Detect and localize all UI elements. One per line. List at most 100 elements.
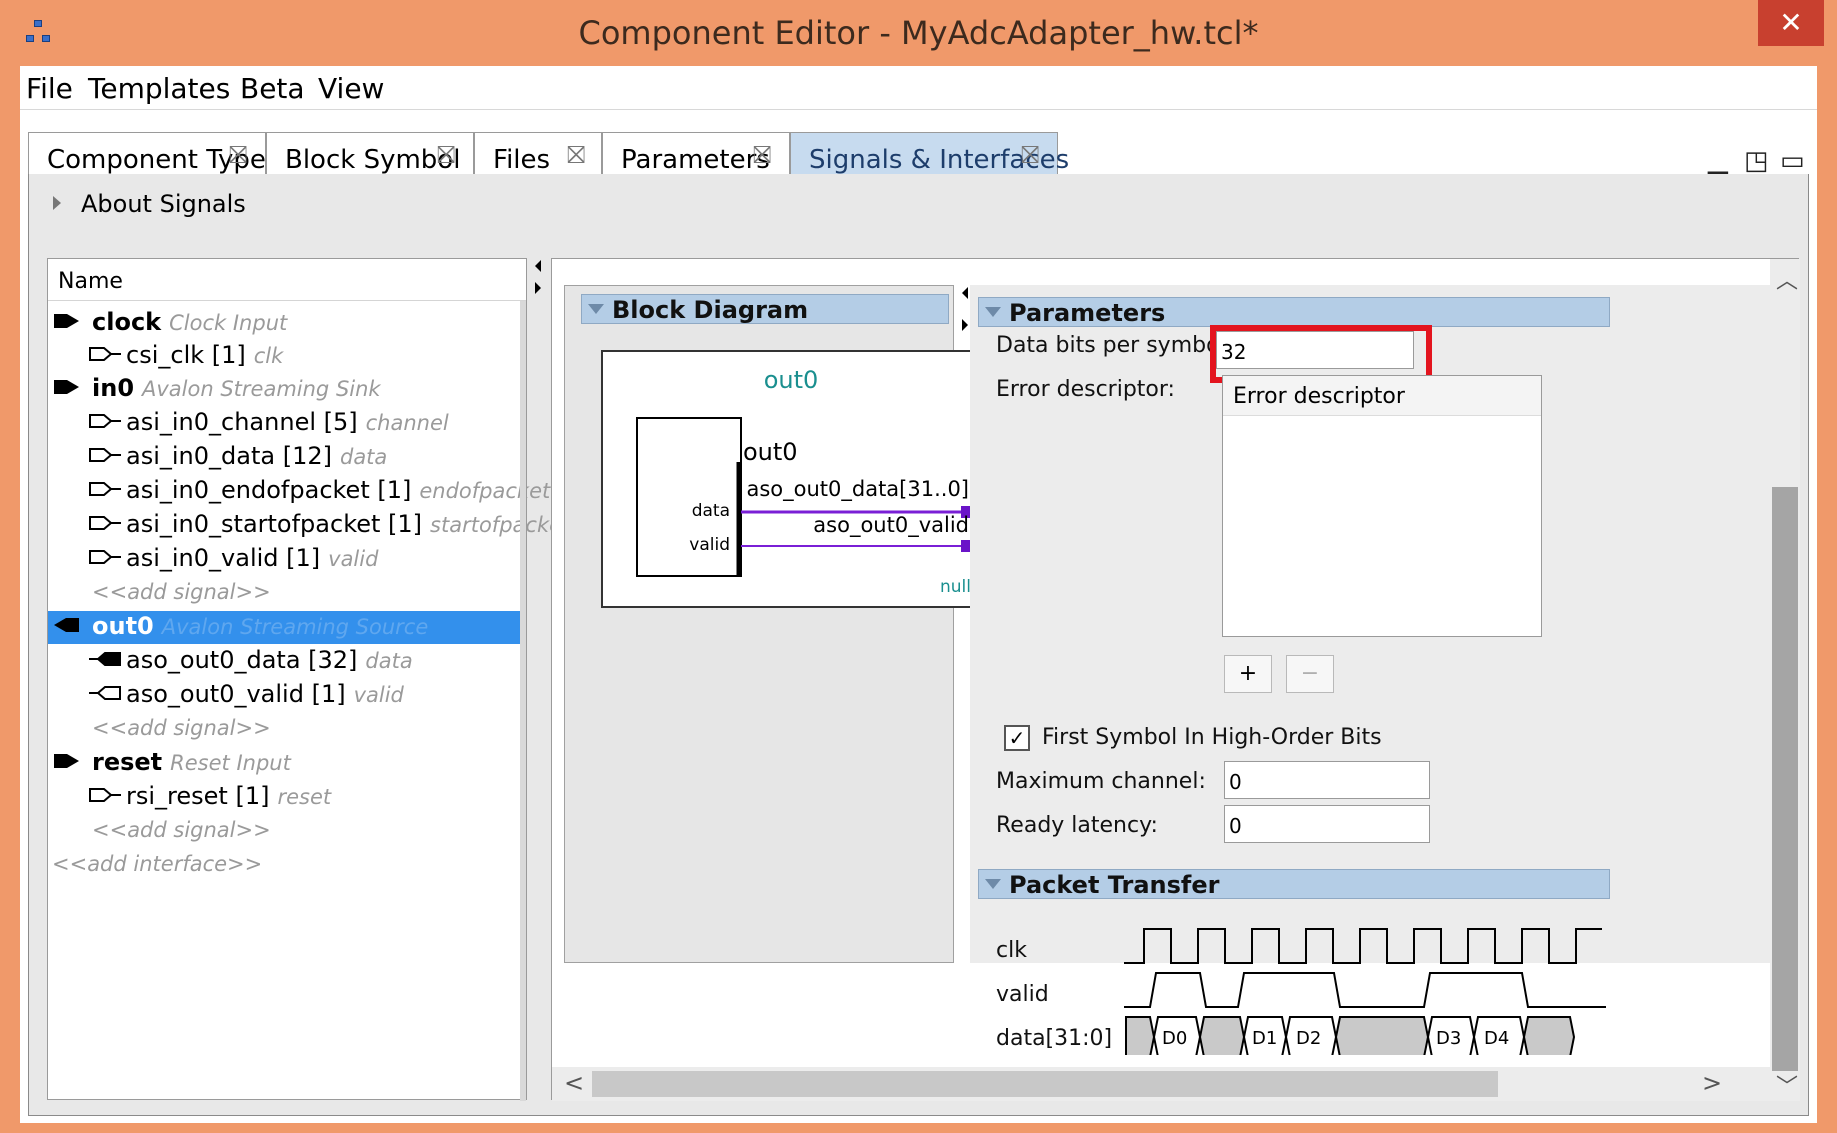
minimize-icon[interactable]: ▁: [1708, 146, 1728, 176]
tree-signal-csi-clk[interactable]: csi_clk [1] clk: [48, 340, 526, 373]
title-bar: Component Editor - MyAdcAdapter_hw.tcl* …: [0, 0, 1837, 66]
remove-error-descriptor-button[interactable]: −: [1286, 655, 1334, 693]
interface-input-icon: [54, 747, 86, 768]
tree-column-header: Name: [48, 259, 526, 301]
ready-latency-input[interactable]: 0: [1224, 805, 1430, 843]
interface-detail-panel: Block Diagram out0 out0 data valid aso_o…: [551, 258, 1800, 1101]
block-diagram-canvas: out0 out0 data valid aso_out0_data[31..0…: [601, 350, 981, 608]
tree-add-signal-out0[interactable]: <<add signal>>: [48, 713, 526, 746]
tree-add-signal-in0[interactable]: <<add signal>>: [48, 577, 526, 610]
packet-transfer-header[interactable]: Packet Transfer: [978, 869, 1610, 899]
tree-add-interface[interactable]: <<add interface>>: [48, 849, 526, 882]
tab-close-icon[interactable]: ⛝: [567, 141, 585, 169]
signal-input-icon: [88, 407, 121, 428]
scroll-up-icon[interactable]: ︿: [1776, 263, 1798, 295]
parameters-header[interactable]: Parameters: [978, 297, 1610, 327]
tree-signal-asi-endofpacket[interactable]: asi_in0_endofpacket [1] endofpacket: [48, 475, 550, 508]
add-signal-link[interactable]: <<add signal>>: [92, 716, 271, 740]
scroll-down-icon[interactable]: ﹀: [1776, 1069, 1798, 1101]
detach-icon[interactable]: ◳: [1744, 146, 1769, 176]
signal-name: rsi_reset [1]: [126, 782, 270, 810]
signal-role: reset: [277, 785, 332, 809]
add-interface-link[interactable]: <<add interface>>: [52, 852, 262, 876]
splitter-collapse-icon[interactable]: [960, 285, 970, 335]
error-descriptor-label: Error descriptor:: [996, 377, 1175, 402]
maximize-icon[interactable]: ▭: [1780, 146, 1805, 176]
tree-signal-asi-data[interactable]: asi_in0_data [12] data: [48, 441, 526, 474]
tree-scrollbar[interactable]: [520, 301, 526, 1101]
splitter-collapse-icon[interactable]: [533, 258, 545, 298]
menu-view[interactable]: View: [318, 72, 384, 105]
add-signal-link[interactable]: <<add signal>>: [92, 580, 271, 604]
signal-name: csi_clk [1]: [126, 341, 246, 369]
scroll-right-icon[interactable]: >: [1702, 1069, 1722, 1097]
signal-name: aso_out0_data [32]: [126, 646, 358, 674]
collapse-triangle-icon: [985, 879, 1001, 889]
horizontal-scrollbar[interactable]: < >: [552, 1067, 1770, 1101]
tree-signal-asi-startofpacket[interactable]: asi_in0_startofpacket [1] startofpacket: [48, 509, 570, 542]
interface-type: Avalon Streaming Sink: [142, 377, 381, 401]
tab-close-icon[interactable]: ⛝: [1021, 141, 1039, 169]
interface-input-icon: [54, 307, 86, 328]
window-title: Component Editor - MyAdcAdapter_hw.tcl*: [578, 14, 1259, 52]
tree-signal-asi-valid[interactable]: asi_in0_valid [1] valid: [48, 543, 526, 576]
diagram-valid-label: valid: [689, 535, 730, 555]
interface-name: in0: [92, 374, 135, 402]
signal-name: asi_in0_endofpacket [1]: [126, 476, 412, 504]
tree-signal-asi-channel[interactable]: asi_in0_channel [5] channel: [48, 407, 526, 440]
add-signal-link[interactable]: <<add signal>>: [92, 818, 271, 842]
timing-clk-label: clk: [996, 938, 1027, 963]
diagram-title: out0: [764, 366, 819, 394]
diagram-data-label: data: [692, 501, 730, 521]
tab-close-icon[interactable]: ⛝: [229, 141, 247, 169]
tree-interface-out0[interactable]: out0 Avalon Streaming Source: [48, 611, 526, 644]
signal-role: valid: [328, 547, 379, 571]
collapse-triangle-icon: [985, 307, 1001, 317]
window-close-button[interactable]: ✕: [1758, 0, 1824, 46]
tree-add-signal-reset[interactable]: <<add signal>>: [48, 815, 526, 848]
tree-interface-clock[interactable]: clock Clock Input: [48, 307, 526, 340]
editor-client-area: Component Type ⛝ Block Symbol ⛝ Files ⛝ …: [20, 110, 1817, 1123]
menu-beta[interactable]: Beta: [240, 72, 305, 105]
data-bits-label: Data bits per symbol:: [996, 333, 1234, 358]
block-diagram-header[interactable]: Block Diagram: [581, 294, 949, 324]
add-error-descriptor-button[interactable]: +: [1224, 655, 1272, 693]
signal-name: asi_in0_startofpacket [1]: [126, 510, 423, 538]
tree-signal-aso-data[interactable]: aso_out0_data [32] data: [48, 645, 526, 678]
section-title: Block Diagram: [612, 296, 809, 324]
signal-role: data: [339, 445, 388, 469]
interface-name: reset: [92, 748, 163, 776]
tree-signal-aso-valid[interactable]: aso_out0_valid [1] valid: [48, 679, 526, 712]
signal-role: valid: [353, 683, 404, 707]
tree-interface-reset[interactable]: reset Reset Input: [48, 747, 526, 780]
section-title: Packet Transfer: [1009, 871, 1220, 899]
interface-output-icon: [54, 611, 86, 632]
signal-name: aso_out0_valid [1]: [126, 680, 346, 708]
tree-signal-rsi-reset[interactable]: rsi_reset [1] reset: [48, 781, 526, 814]
horizontal-scroll-thumb[interactable]: [592, 1071, 1498, 1097]
menu-templates[interactable]: Templates: [88, 72, 230, 105]
signal-input-icon: [88, 340, 121, 361]
collapse-triangle-icon: [588, 304, 604, 314]
interface-input-icon: [54, 373, 86, 394]
menu-file[interactable]: File: [26, 72, 73, 105]
packet-transfer-timing-diagram: clk valid data[31:0] D0 D1 D2 D3 D4: [996, 928, 1606, 1055]
tree-interface-in0[interactable]: in0 Avalon Streaming Sink: [48, 373, 526, 406]
tab-close-icon[interactable]: ⛝: [753, 141, 771, 169]
data-word-2: D2: [1296, 1028, 1321, 1049]
interface-name: clock: [92, 308, 162, 336]
tab-close-icon[interactable]: ⛝: [437, 141, 455, 169]
section-title: Parameters: [1009, 299, 1166, 327]
max-channel-input[interactable]: 0: [1224, 761, 1430, 799]
scroll-left-icon[interactable]: <: [564, 1069, 584, 1097]
about-signals-toggle[interactable]: About Signals: [53, 190, 246, 218]
signal-name: asi_in0_channel [5]: [126, 408, 358, 436]
vertical-scroll-thumb[interactable]: [1772, 487, 1798, 1071]
first-symbol-checkbox[interactable]: ✓: [1004, 725, 1030, 751]
error-descriptor-column-header: Error descriptor: [1223, 376, 1541, 416]
data-word-0: D0: [1162, 1028, 1187, 1049]
signals-interfaces-page: About Signals Name clock Clock Input csi_…: [28, 174, 1809, 1116]
error-descriptor-list[interactable]: Error descriptor: [1222, 375, 1542, 637]
signal-input-icon: [88, 781, 121, 802]
vertical-scrollbar[interactable]: ︿ ﹀: [1770, 259, 1800, 1101]
